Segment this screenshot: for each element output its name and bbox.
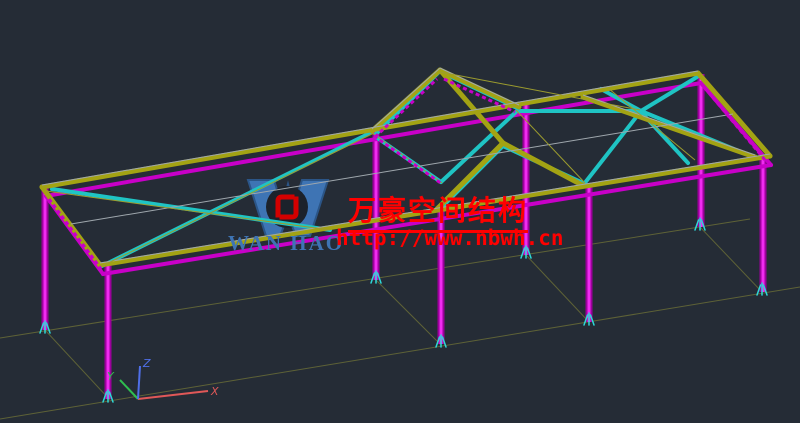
webs-member [584, 111, 641, 184]
ucs-z-label: Z [142, 357, 151, 370]
beams-member [42, 187, 100, 265]
rods-member [608, 88, 695, 160]
ucs-y-axis [120, 380, 138, 399]
ground-member [700, 227, 762, 292]
beams-member [503, 143, 584, 186]
beams-member [440, 70, 519, 107]
highlights-member [42, 71, 698, 185]
cad-viewport[interactable]: X Y Z WAN HAO 万豪空间结构 http://www.nbwh.cn [0, 0, 800, 423]
ucs-x-label: X [210, 385, 219, 398]
ucs-y-label: Y [107, 370, 115, 383]
ground-grid-layer [0, 219, 800, 419]
ground-member [45, 330, 110, 400]
ucs-z-axis [138, 366, 140, 399]
ground-member [376, 280, 441, 345]
highlights-member [71, 114, 733, 224]
ground-member [0, 287, 800, 419]
bottom-chords-layer [46, 83, 771, 274]
structure-drawing: X Y Z [0, 0, 800, 423]
ucs-icon[interactable]: X Y Z [107, 357, 219, 399]
ground-member [526, 255, 589, 322]
beams-member [698, 73, 770, 156]
